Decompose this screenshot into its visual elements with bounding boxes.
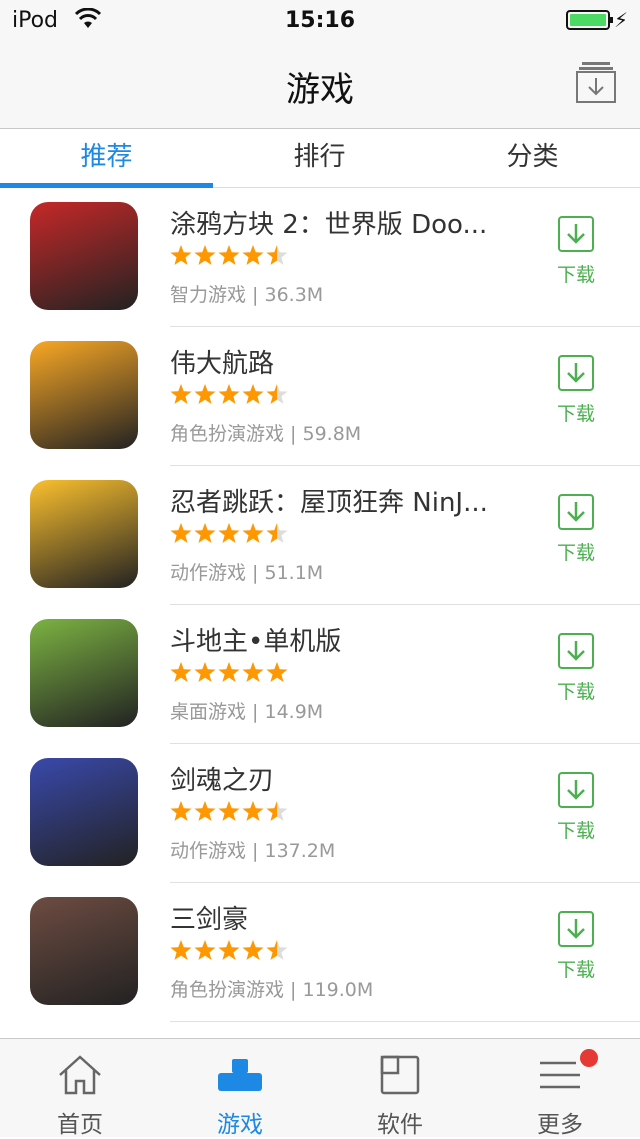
download-icon (558, 216, 594, 252)
tabbar-home-label: 首页 (57, 1112, 103, 1138)
download-label: 下载 (556, 681, 595, 703)
list-item[interactable]: 三剑豪 角色扮演游戏 | 119.0M 下载 (30, 883, 640, 1022)
top-tabs: 推荐 排行 分类 (0, 129, 640, 188)
notification-badge (580, 1049, 598, 1067)
tabbar-home[interactable]: 首页 (0, 1039, 160, 1138)
app-name: 三剑豪 (170, 905, 249, 935)
tabbar-games[interactable]: 游戏 (160, 1039, 320, 1138)
rating-stars (170, 939, 290, 963)
download-icon (558, 772, 594, 808)
download-manager-icon[interactable] (576, 60, 616, 104)
bottom-tab-bar: 首页 游戏 软件 更多 (0, 1038, 640, 1138)
clock: 15:16 (284, 8, 356, 33)
app-meta: 动作游戏 | 51.1M (170, 562, 324, 584)
page-title: 游戏 (286, 70, 354, 110)
tab-recommended[interactable]: 推荐 (0, 129, 213, 187)
app-name: 斗地主•单机版 (170, 627, 342, 657)
app-meta: 智力游戏 | 36.3M (170, 284, 324, 306)
panda-warrior-icon[interactable] (30, 897, 138, 1005)
download-label: 下载 (556, 959, 595, 981)
download-icon (558, 355, 594, 391)
doodle-blocks-icon[interactable] (30, 202, 138, 310)
tabbar-software[interactable]: 软件 (320, 1039, 480, 1138)
game-icon (218, 1059, 262, 1091)
app-meta: 角色扮演游戏 | 59.8M (170, 423, 362, 445)
app-name: 忍者跳跃：屋顶狂奔 NinJ... (170, 488, 488, 518)
rating-stars (170, 800, 290, 824)
menu-icon (540, 1061, 580, 1089)
list-item[interactable]: 伟大航路 角色扮演游戏 | 59.8M 下载 (30, 327, 640, 466)
charging-icon: ⚡ (613, 8, 628, 32)
app-name: 涂鸦方块 2：世界版 Doo... (170, 210, 488, 240)
tab-categories[interactable]: 分类 (426, 129, 639, 187)
rating-stars (170, 522, 290, 546)
app-meta: 桌面游戏 | 14.9M (170, 701, 324, 723)
download-button[interactable]: 下载 (540, 494, 612, 564)
download-button[interactable]: 下载 (540, 772, 612, 842)
download-button[interactable]: 下载 (540, 911, 612, 981)
list-item[interactable]: 涂鸦方块 2：世界版 Doo... 智力游戏 | 36.3M 下载 (30, 188, 640, 327)
rating-stars (170, 244, 290, 268)
list-item[interactable]: 忍者跳跃：屋顶狂奔 NinJ... 动作游戏 | 51.1M 下载 (30, 466, 640, 605)
rating-stars (170, 383, 290, 407)
list-item[interactable]: 斗地主•单机版 桌面游戏 | 14.9M 下载 (30, 605, 640, 744)
download-icon (558, 911, 594, 947)
apps-icon (380, 1055, 420, 1095)
status-bar: iPod 15:16 ⚡ (0, 0, 640, 40)
landlord-face-icon[interactable] (30, 619, 138, 727)
download-button[interactable]: 下载 (540, 633, 612, 703)
download-label: 下载 (556, 820, 595, 842)
download-button[interactable]: 下载 (540, 355, 612, 425)
download-label: 下载 (556, 542, 595, 564)
battery-icon (566, 10, 613, 30)
download-label: 下载 (556, 264, 595, 286)
app-list: 涂鸦方块 2：世界版 Doo... 智力游戏 | 36.3M 下载 伟大航路 角… (0, 188, 640, 1038)
anime-hero-icon[interactable] (30, 758, 138, 866)
nav-bar: 游戏 (0, 40, 640, 129)
tabbar-more-label: 更多 (537, 1112, 583, 1138)
chopper-skull-icon[interactable] (30, 341, 138, 449)
app-meta: 角色扮演游戏 | 119.0M (170, 979, 374, 1001)
tabbar-games-label: 游戏 (217, 1112, 263, 1138)
home-icon (59, 1055, 101, 1095)
download-icon (558, 494, 594, 530)
download-icon (558, 633, 594, 669)
ninja-icon[interactable] (30, 480, 138, 588)
app-name: 伟大航路 (170, 349, 275, 379)
download-button[interactable]: 下载 (540, 216, 612, 286)
app-meta: 动作游戏 | 137.2M (170, 840, 336, 862)
tabbar-more[interactable]: 更多 (480, 1039, 640, 1138)
tabbar-software-label: 软件 (377, 1112, 423, 1138)
list-item[interactable]: 剑魂之刃 动作游戏 | 137.2M 下载 (30, 744, 640, 883)
rating-stars (170, 661, 290, 685)
download-label: 下载 (556, 403, 595, 425)
app-name: 剑魂之刃 (170, 766, 275, 796)
tab-ranking[interactable]: 排行 (213, 129, 426, 187)
